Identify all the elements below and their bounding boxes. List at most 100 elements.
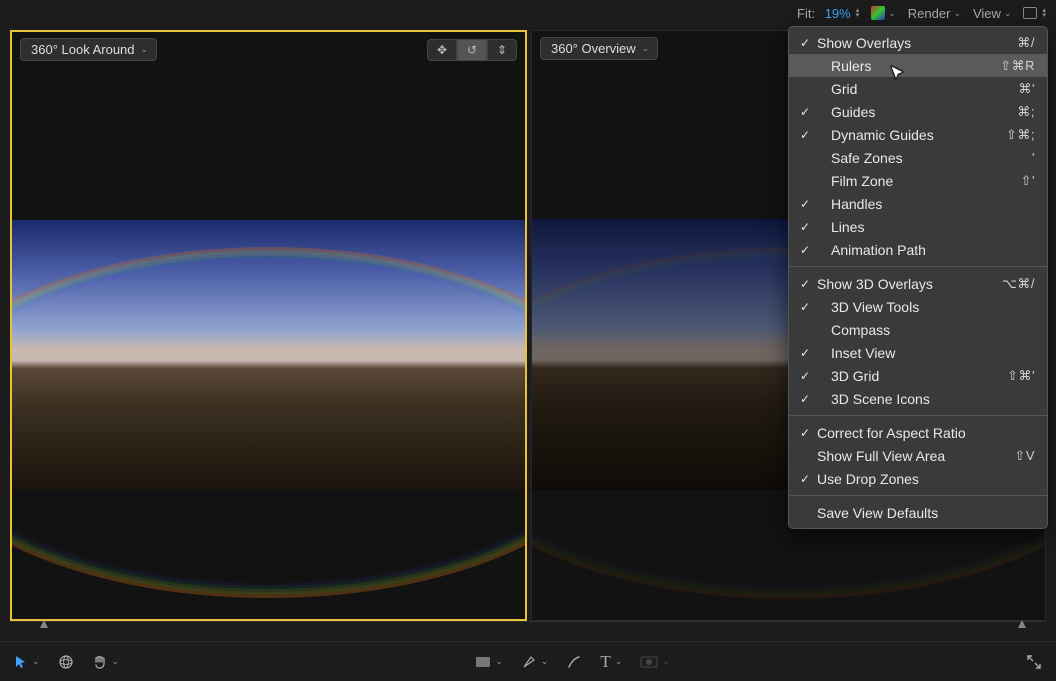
menu-item-inset-view[interactable]: ✓Inset View [789, 341, 1047, 364]
menu-item-label: Guides [813, 104, 1017, 120]
menu-item-save-view-defaults[interactable]: Save View Defaults [789, 501, 1047, 524]
view-dropdown[interactable]: View ⌄ [973, 6, 1012, 21]
rectangle-tool[interactable]: ⌄ [475, 656, 503, 668]
paint-stroke-tool[interactable] [566, 654, 582, 670]
select-tool[interactable]: ⌄ [14, 655, 40, 669]
viewport-left[interactable]: 360° Look Around ⌄ ✥ ↺ ⇕ [10, 30, 527, 621]
render-dropdown[interactable]: Render ⌄ [908, 6, 961, 21]
menu-item-shortcut: ⌥⌘/ [1002, 276, 1035, 292]
render-label: Render [908, 6, 951, 21]
orbit-tool[interactable]: ↺ [457, 39, 487, 61]
menu-item-handles[interactable]: ✓Handles [789, 192, 1047, 215]
pointer-icon [14, 655, 28, 669]
menu-item-3d-grid[interactable]: ✓3D Grid⇧⌘' [789, 364, 1047, 387]
menu-item-label: Animation Path [813, 242, 1035, 258]
playhead-in-marker[interactable] [40, 620, 48, 628]
chevron-down-icon: ⌄ [495, 656, 503, 667]
chevron-down-icon: ⌄ [953, 8, 961, 19]
checkmark-icon: ✓ [797, 369, 813, 383]
checkmark-icon: ✓ [797, 426, 813, 440]
globe-icon [58, 654, 74, 670]
view-menu: ✓Show Overlays⌘/Rulers⇧⌘RGrid⌘'✓Guides⌘;… [788, 26, 1048, 529]
menu-item-lines[interactable]: ✓Lines [789, 215, 1047, 238]
chevron-down-icon: ⌄ [888, 8, 896, 19]
menu-item-show-3d-overlays[interactable]: ✓Show 3D Overlays⌥⌘/ [789, 272, 1047, 295]
rectangle-icon [475, 656, 491, 668]
checkmark-icon: ✓ [797, 277, 813, 291]
menu-item-use-drop-zones[interactable]: ✓Use Drop Zones [789, 467, 1047, 490]
brush-icon [566, 654, 582, 670]
menu-item-show-full-view-area[interactable]: Show Full View Area⇧V [789, 444, 1047, 467]
pan-tool[interactable]: ✥ [427, 39, 457, 61]
menu-item-show-overlays[interactable]: ✓Show Overlays⌘/ [789, 31, 1047, 54]
mask-tool[interactable]: ⌄ [640, 656, 670, 668]
menu-item-label: Grid [813, 81, 1019, 97]
toolstrip: ⌄ ⌄ ⌄ ⌄ T ⌄ ⌄ [0, 641, 1056, 681]
menu-item-label: Dynamic Guides [813, 127, 1006, 143]
menu-item-animation-path[interactable]: ✓Animation Path [789, 238, 1047, 261]
menu-item-shortcut: ⌘' [1019, 81, 1035, 97]
viewport-camera-label: 360° Look Around [31, 42, 135, 57]
viewport-scene [12, 220, 525, 490]
checkmark-icon: ✓ [797, 300, 813, 314]
menu-item-shortcut: ⇧⌘; [1006, 127, 1035, 143]
menu-item-label: Inset View [813, 345, 1035, 361]
menu-item-film-zone[interactable]: Film Zone⇧' [789, 169, 1047, 192]
menu-item-label: Correct for Aspect Ratio [813, 425, 1035, 441]
menu-item-3d-view-tools[interactable]: ✓3D View Tools [789, 295, 1047, 318]
menu-item-shortcut: ⌘/ [1017, 35, 1035, 51]
dolly-tool[interactable]: ⇕ [487, 39, 517, 61]
menu-item-compass[interactable]: Compass [789, 318, 1047, 341]
menu-item-shortcut: ⌘; [1017, 104, 1035, 120]
menu-item-safe-zones[interactable]: Safe Zones' [789, 146, 1047, 169]
checkmark-icon: ✓ [797, 197, 813, 211]
pen-icon [521, 654, 537, 670]
checkmark-icon: ✓ [797, 392, 813, 406]
stepper-icon: ▴▾ [856, 8, 860, 18]
menu-item-label: Show 3D Overlays [813, 276, 1002, 292]
menu-item-shortcut: ' [1032, 150, 1035, 165]
menu-item-3d-scene-icons[interactable]: ✓3D Scene Icons [789, 387, 1047, 410]
bezier-tool[interactable]: ⌄ [521, 654, 549, 670]
chevron-down-icon: ⌄ [642, 43, 650, 54]
checkmark-icon: ✓ [797, 105, 813, 119]
viewport-camera-dropdown[interactable]: 360° Look Around ⌄ [20, 38, 157, 61]
menu-item-guides[interactable]: ✓Guides⌘; [789, 100, 1047, 123]
color-channel-dropdown[interactable]: ⌄ [871, 6, 896, 20]
chevron-down-icon: ⌄ [662, 656, 670, 667]
chevron-down-icon: ⌄ [32, 656, 40, 667]
mini-timeline[interactable] [10, 621, 1046, 633]
playhead-out-marker[interactable] [1018, 620, 1026, 628]
viewport-camera-label: 360° Overview [551, 41, 636, 56]
viewport-layout-icon [1023, 7, 1037, 19]
menu-item-label: Rulers [813, 58, 1000, 74]
menu-item-shortcut: ⇧' [1021, 173, 1035, 189]
chevron-down-icon: ⌄ [112, 656, 120, 667]
fit-dropdown[interactable]: Fit: 19% ▴▾ [797, 6, 859, 21]
checkmark-icon: ✓ [797, 36, 813, 50]
menu-item-shortcut: ⇧⌘' [1007, 368, 1035, 384]
view-label: View [973, 6, 1001, 21]
viewport-layout-dropdown[interactable]: ▴▾ [1023, 7, 1046, 19]
menu-item-correct-for-aspect-ratio[interactable]: ✓Correct for Aspect Ratio [789, 421, 1047, 444]
menu-item-label: 3D Grid [813, 368, 1007, 384]
3d-transform-tool[interactable] [58, 654, 74, 670]
color-swatch-icon [871, 6, 885, 20]
checkmark-icon: ✓ [797, 472, 813, 486]
pan-tool[interactable]: ⌄ [92, 654, 120, 670]
fit-label: Fit: [797, 6, 815, 21]
viewport-camera-dropdown[interactable]: 360° Overview ⌄ [540, 37, 658, 60]
fullscreen-toggle[interactable] [1026, 654, 1042, 670]
mask-icon [640, 656, 658, 668]
chevron-down-icon: ⌄ [615, 656, 623, 667]
menu-item-label: 3D Scene Icons [813, 391, 1035, 407]
menu-item-rulers[interactable]: Rulers⇧⌘R [789, 54, 1047, 77]
menu-item-dynamic-guides[interactable]: ✓Dynamic Guides⇧⌘; [789, 123, 1047, 146]
menu-item-label: Compass [813, 322, 1035, 338]
menu-item-shortcut: ⇧V [1014, 448, 1035, 464]
text-tool[interactable]: T ⌄ [600, 652, 622, 672]
menu-separator [789, 266, 1047, 267]
checkmark-icon: ✓ [797, 243, 813, 257]
menu-item-grid[interactable]: Grid⌘' [789, 77, 1047, 100]
mouse-cursor-icon [890, 65, 906, 81]
